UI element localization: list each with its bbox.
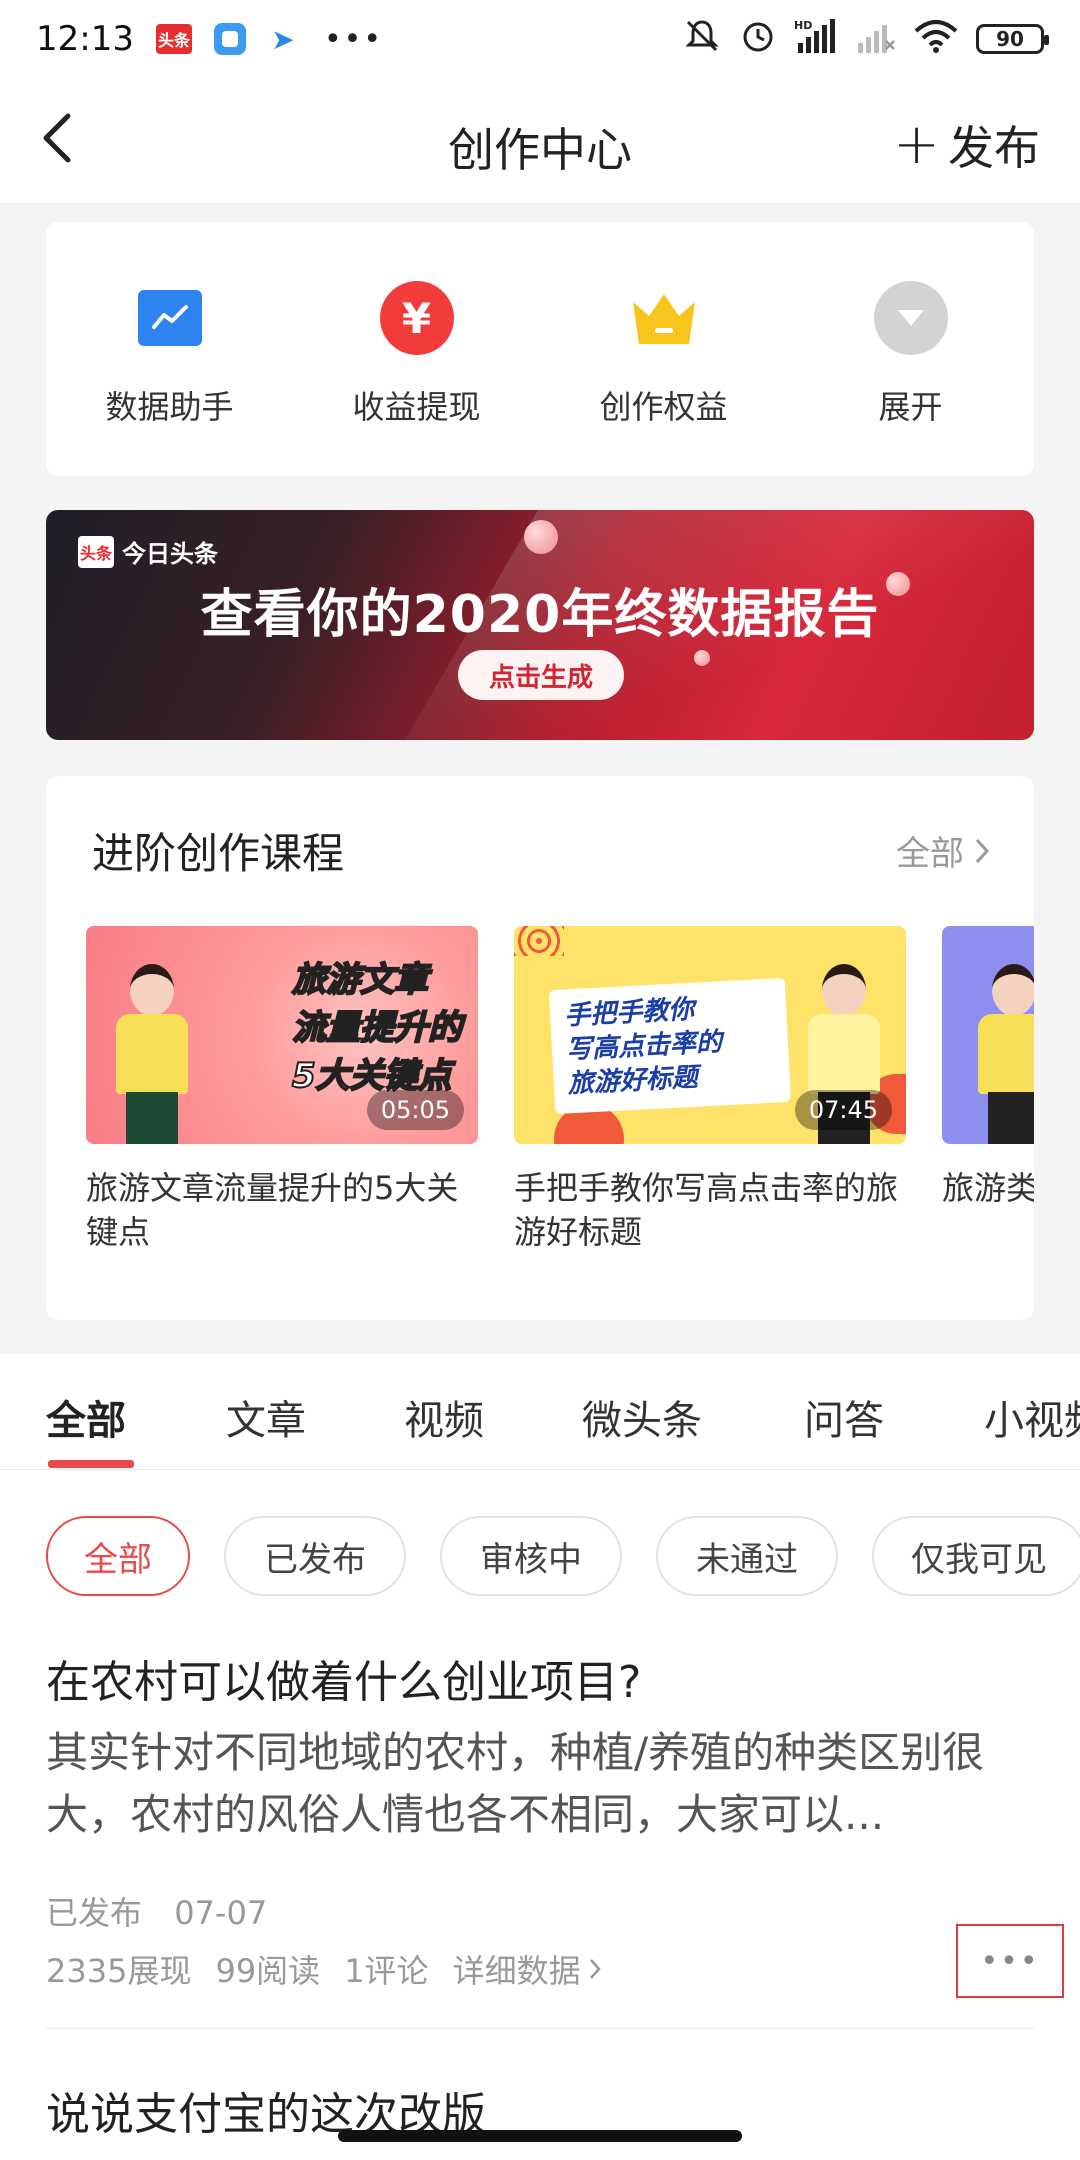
svg-text:HD: HD [794,19,812,32]
filter-all[interactable]: 全部 [46,1516,190,1596]
plus-icon: + [893,112,940,177]
tab-short-videos[interactable]: 小视频 [984,1388,1080,1446]
tab-videos[interactable]: 视频 [404,1388,484,1446]
post-date: 07-07 [174,1894,268,1932]
divider [46,2028,1034,2029]
course-title: 旅游类 [942,1169,1034,1207]
course-thumbnail: 旅游文章 流量提升的 5大关键点 05:05 [86,926,478,1144]
crown-icon [626,280,702,356]
video-duration: 07:45 [794,1090,892,1130]
reads-count: 99阅读 [215,1952,321,1990]
tab-micro-posts[interactable]: 微头条 [582,1388,702,1446]
content-list: 全部 已发布 审核中 未通过 仅我可见 在农村可以做着什么创业项目? 其实针对不… [0,1470,1080,2160]
expand-arrow-icon [873,280,949,356]
publish-button[interactable]: + 发布 [893,112,1040,178]
course-item[interactable]: 旅游类 [942,926,1034,1210]
status-bar: 12:13 头条 ➤ ••• HD 90 [0,0,1080,78]
data-chart-icon [132,280,208,356]
filter-in-review[interactable]: 审核中 [440,1516,622,1596]
chevron-right-icon [589,1959,601,1979]
course-thumbnail: 手把手教你 写高点击率的 旅游好标题 07:45 [514,926,906,1144]
courses-view-all-link[interactable]: 全部 [896,826,990,875]
course-item[interactable]: 旅游文章 流量提升的 5大关键点 05:05 旅游文章流量提升的5大关键点 [86,926,478,1254]
generate-report-button[interactable]: 点击生成 [458,650,624,700]
video-duration: 05:05 [366,1090,464,1130]
tool-label: 收益提现 [352,388,481,426]
home-indicator[interactable] [338,2130,742,2142]
battery-icon: 90 [976,24,1049,54]
more-notifications-icon: ••• [323,21,384,57]
message-notification-icon [213,23,246,55]
filter-rejected[interactable]: 未通过 [656,1516,838,1596]
alarm-icon [740,18,776,61]
tool-data-assistant[interactable]: 数据助手 [46,222,293,476]
tool-label: 数据助手 [105,388,234,426]
post-stats: 2335展现 99阅读 1评论 详细数据 [46,1946,601,1992]
tool-label: 创作权益 [599,388,728,426]
decorative-dots [514,926,564,956]
toutiao-notification-icon: 头条 [155,24,192,54]
status-indicators: HD 90 [682,18,1049,61]
more-options-button[interactable]: ••• [956,1924,1064,1998]
course-title: 手把手教你写高点击率的旅游好标题 [514,1169,899,1251]
mute-icon [682,18,722,61]
thumbnail-caption: 手把手教你 写高点击率的 旅游好标题 [548,977,792,1115]
tool-creator-benefits[interactable]: 创作权益 [540,222,787,476]
post-status: 已发布 [46,1894,143,1932]
tab-all[interactable]: 全部 [46,1388,126,1446]
year-report-banner[interactable]: 头条 今日头条 查看你的2020年终数据报告 点击生成 [46,510,1034,740]
banner-title: 查看你的2020年终数据报告 [200,585,880,645]
instructor-figure [970,964,1034,1144]
yuan-money-icon: ¥ [379,280,455,356]
course-title: 旅游文章流量提升的5大关键点 [86,1169,459,1251]
details-link-label: 详细数据 [452,1952,581,1990]
screen: { "status_bar": { "time": "12:13", "tout… [0,0,1080,2160]
toutiao-brand-text: 今日头条 [122,540,218,568]
decorative-ball [524,520,558,554]
courses-card: 进阶创作课程 全部 旅游文章 流量提升的 5大关键点 05:05 旅游文章流量提… [46,776,1034,1320]
impressions-count: 2335展现 [46,1952,192,1990]
post-meta: 已发布 07-07 [46,1888,289,1934]
tab-articles[interactable]: 文章 [226,1388,306,1446]
filter-published[interactable]: 已发布 [224,1516,406,1596]
course-item[interactable]: 手把手教你 写高点击率的 旅游好标题 07:45 手把手教你写高点击率的旅游好标… [514,926,906,1254]
post-title[interactable]: 在农村可以做着什么创业项目? [46,1646,641,1710]
tab-qa[interactable]: 问答 [804,1388,884,1446]
course-thumbnail [942,926,1034,1144]
toutiao-logo-mark: 头条 [78,535,114,568]
cell-signal-icon: HD [794,18,838,60]
comments-count: 1评论 [344,1952,429,1990]
details-link[interactable]: 详细数据 [453,1946,601,1992]
chevron-right-icon [975,838,990,863]
filter-private[interactable]: 仅我可见 [872,1516,1080,1596]
courses-heading: 进阶创作课程 [92,829,345,878]
post-excerpt[interactable]: 其实针对不同地域的农村，种植/养殖的种类区别很大，农村的风俗人情也各不相同，大家… [46,1722,1042,1846]
decorative-ball [694,650,710,666]
tool-label: 展开 [878,388,943,426]
content-tabs: 全部 文章 视频 微头条 问答 小视频 [0,1354,1080,1470]
instructor-figure [108,964,196,1144]
tool-earnings-withdraw[interactable]: ¥ 收益提现 [293,222,540,476]
publish-label: 发布 [948,121,1040,175]
view-all-label: 全部 [896,834,964,874]
send-notification-icon: ➤ [271,22,295,56]
status-time: 12:13 [36,19,134,59]
tool-expand[interactable]: 展开 [787,222,1034,476]
active-tab-indicator [48,1460,134,1468]
quick-tools-card: 数据助手 ¥ 收益提现 创作权益 展开 [46,222,1034,476]
thumbnail-caption: 旅游文章 流量提升的 5大关键点 [291,959,463,1097]
wifi-icon [914,19,958,60]
top-nav-bar: 创作中心 + 发布 [0,78,1080,204]
cell-signal-2-icon [856,19,896,60]
toutiao-logo: 头条 今日头条 [78,534,218,569]
